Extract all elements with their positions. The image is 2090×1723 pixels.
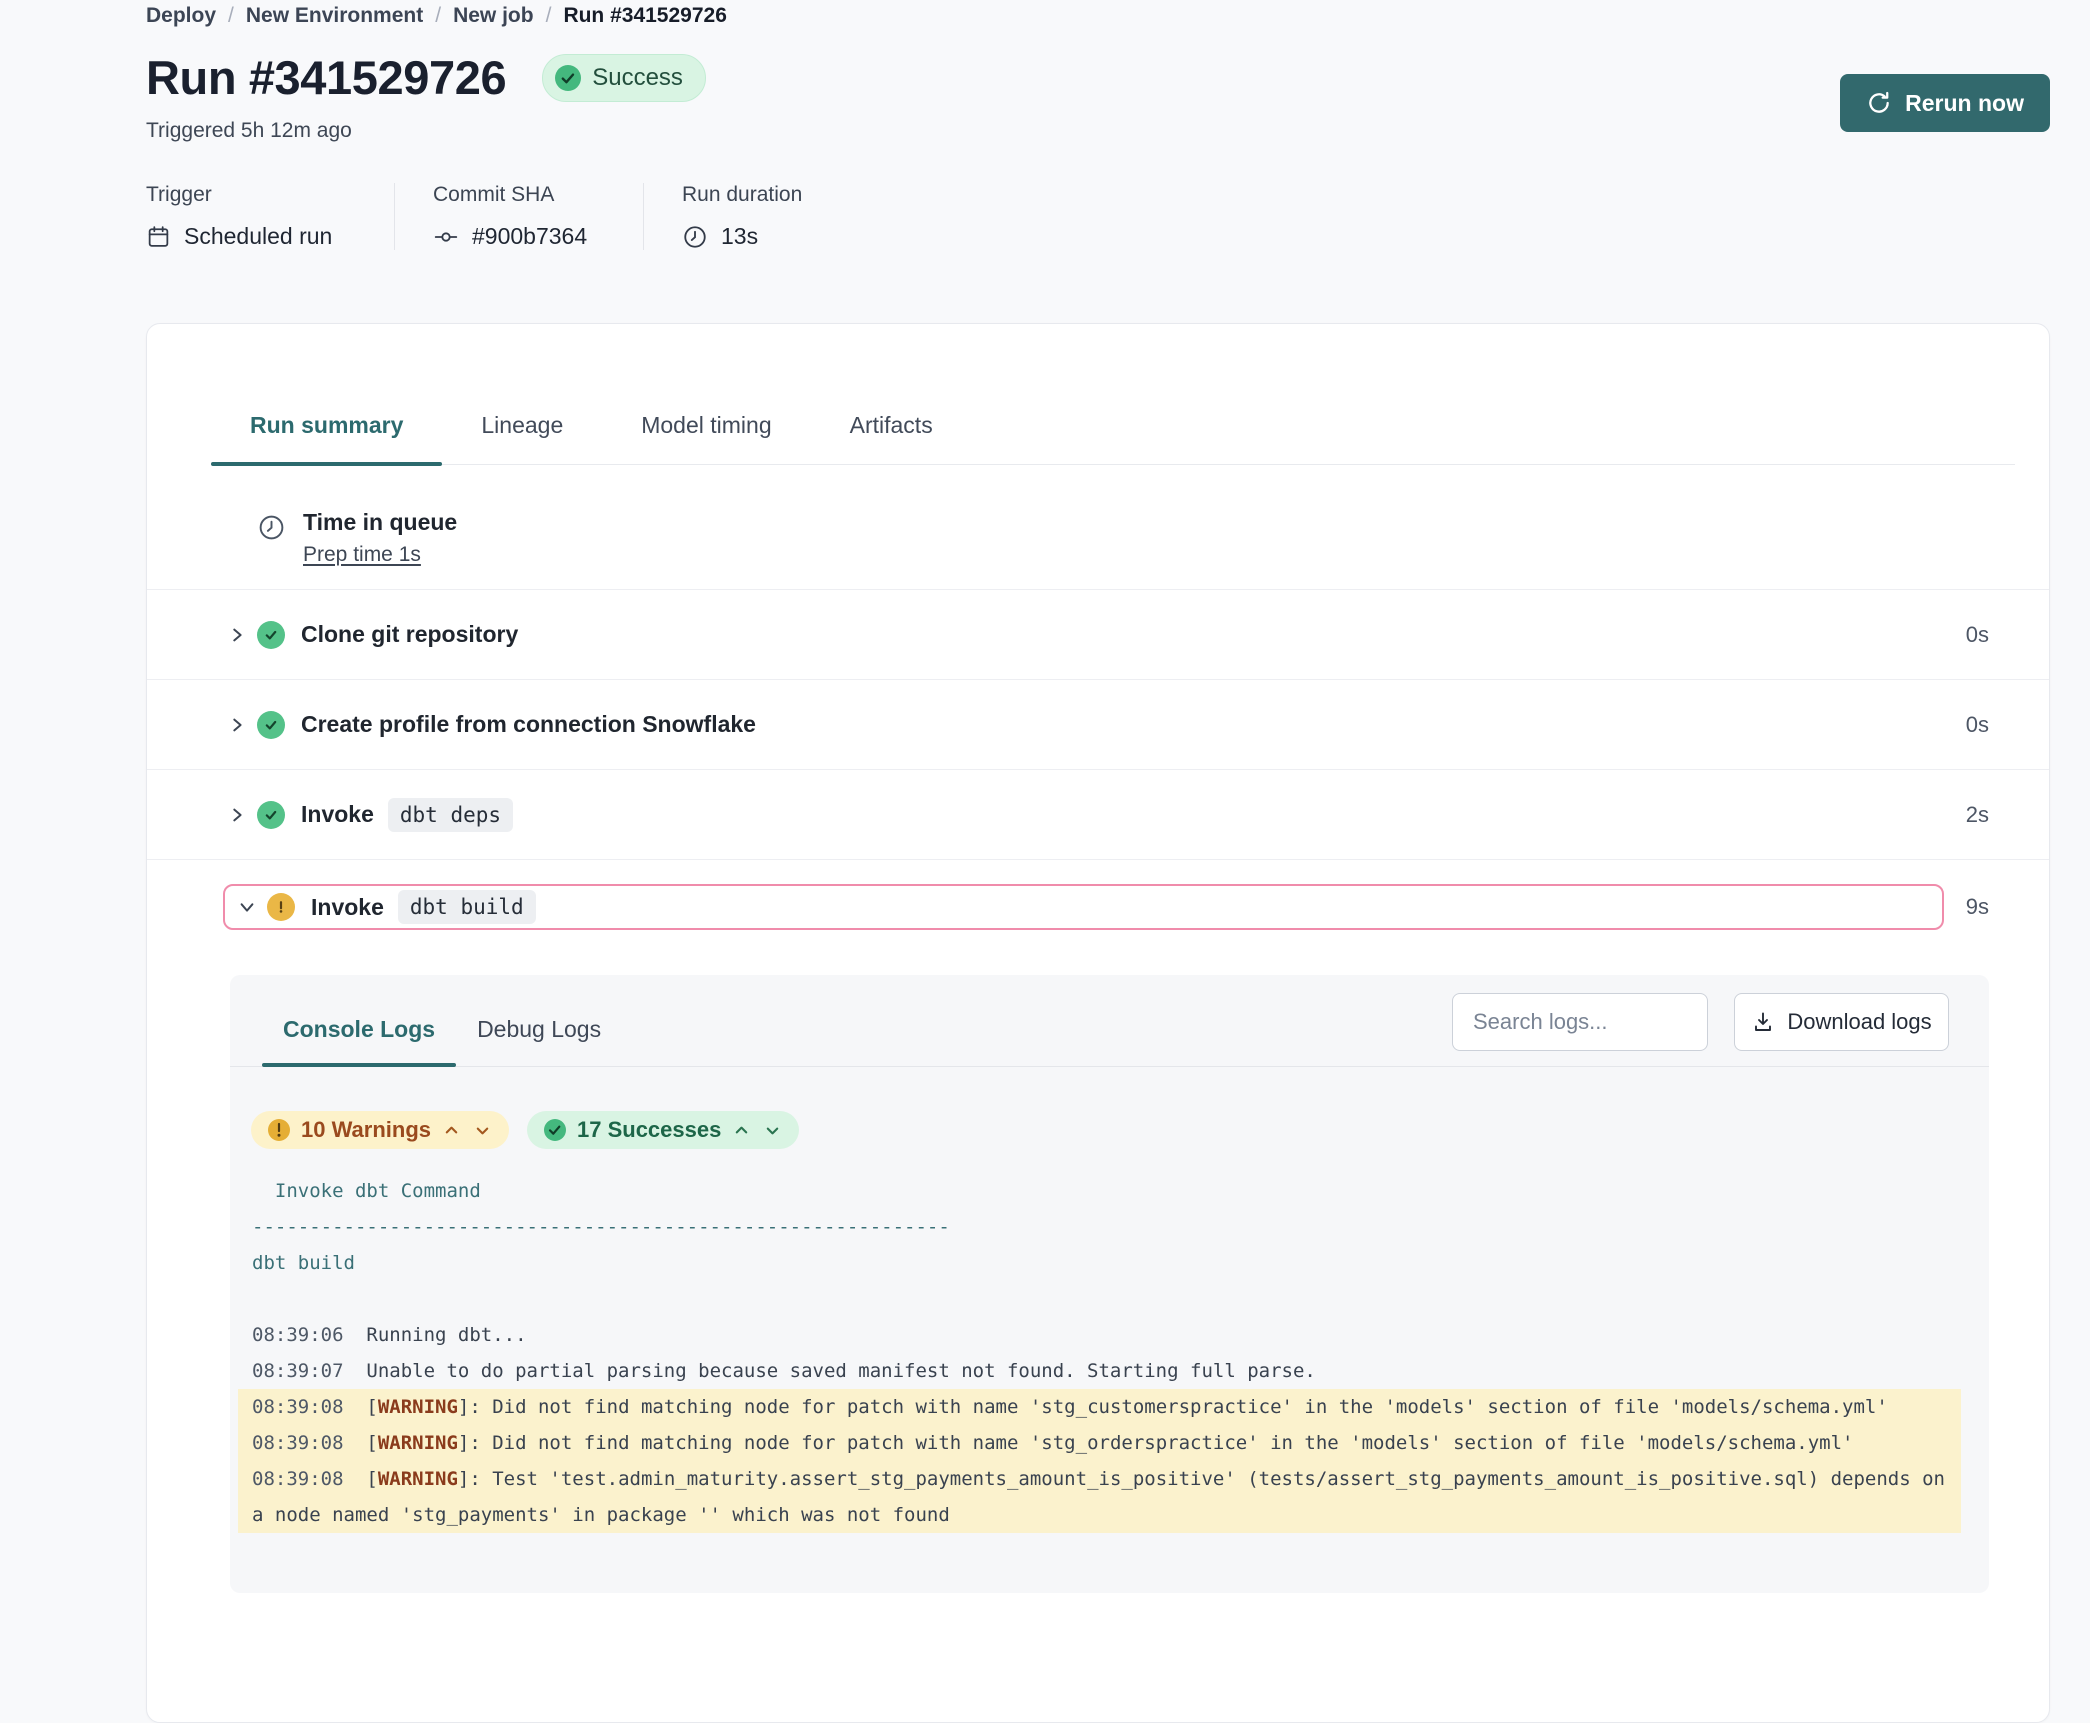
console-log-output: Invoke dbt Command ---------------------… bbox=[230, 1173, 1989, 1533]
commit-icon bbox=[433, 224, 459, 250]
breadcrumb-separator: / bbox=[546, 4, 552, 28]
chevron-right-icon[interactable] bbox=[225, 806, 249, 824]
clock-icon bbox=[257, 513, 286, 567]
warnings-badge-label: 10 Warnings bbox=[301, 1117, 431, 1143]
meta-trigger: Trigger Scheduled run bbox=[146, 183, 394, 250]
tab-artifacts[interactable]: Artifacts bbox=[811, 412, 972, 464]
log-line: 08:39:06 Running dbt... bbox=[230, 1317, 1989, 1353]
meta-trigger-label: Trigger bbox=[146, 183, 354, 207]
check-circle-icon bbox=[257, 711, 285, 739]
log-divider-line: ----------------------------------------… bbox=[230, 1209, 1989, 1245]
chevron-up-icon[interactable] bbox=[441, 1122, 462, 1139]
warnings-badge[interactable]: 10 Warnings bbox=[251, 1111, 509, 1149]
status-badge-label: Success bbox=[592, 64, 683, 92]
download-logs-label: Download logs bbox=[1787, 1009, 1931, 1035]
download-logs-button[interactable]: Download logs bbox=[1734, 993, 1949, 1051]
clock-icon bbox=[682, 224, 708, 250]
breadcrumb-item-job[interactable]: New job bbox=[453, 4, 534, 28]
step-duration: 0s bbox=[1966, 622, 1989, 648]
step-row-dbt-build: Invoke dbt build 9s bbox=[147, 860, 2049, 975]
tab-lineage[interactable]: Lineage bbox=[442, 412, 602, 464]
breadcrumb-separator: / bbox=[228, 4, 234, 28]
meta-commit: Commit SHA #900b7364 bbox=[394, 183, 643, 250]
successes-badge-label: 17 Successes bbox=[577, 1117, 721, 1143]
log-line: Invoke dbt Command bbox=[230, 1173, 1989, 1209]
log-line-warning: 08:39:08 [WARNING]: Did not find matchin… bbox=[238, 1389, 1961, 1425]
search-logs-input[interactable] bbox=[1452, 993, 1708, 1051]
step-duration: 0s bbox=[1966, 712, 1989, 738]
check-circle-icon bbox=[555, 65, 581, 91]
meta-duration-label: Run duration bbox=[682, 183, 802, 207]
meta-duration: Run duration 13s bbox=[643, 183, 842, 250]
step-dbt-build-selected[interactable]: Invoke dbt build bbox=[223, 884, 1944, 930]
chevron-down-icon[interactable] bbox=[235, 898, 259, 916]
title-row: Run #341529726 Success bbox=[146, 50, 2050, 105]
triggered-timestamp: Triggered 5h 12m ago bbox=[146, 119, 2050, 143]
meta-duration-value: 13s bbox=[721, 223, 758, 250]
log-line-warning: 08:39:08 [WARNING]: Did not find matchin… bbox=[238, 1425, 1961, 1461]
tab-model-timing[interactable]: Model timing bbox=[602, 412, 810, 464]
successes-badge[interactable]: 17 Successes bbox=[527, 1111, 799, 1149]
log-panel: Console Logs Debug Logs Download logs 10 bbox=[230, 975, 1989, 1593]
refresh-icon bbox=[1866, 90, 1892, 116]
time-in-queue-section: Time in queue Prep time 1s bbox=[147, 465, 2049, 590]
chevron-down-icon[interactable] bbox=[762, 1122, 783, 1139]
check-circle-icon bbox=[543, 1118, 567, 1142]
log-line bbox=[230, 1281, 1989, 1317]
step-name: Clone git repository bbox=[301, 621, 518, 648]
step-row-clone-git: Clone git repository 0s bbox=[147, 590, 2049, 680]
step-name: Create profile from connection Snowflake bbox=[301, 711, 756, 738]
breadcrumb-item-deploy[interactable]: Deploy bbox=[146, 4, 216, 28]
run-summary-card: Run summary Lineage Model timing Artifac… bbox=[146, 323, 2050, 1723]
tab-run-summary[interactable]: Run summary bbox=[211, 412, 442, 464]
command-chip: dbt deps bbox=[388, 798, 513, 832]
step-duration: 9s bbox=[1966, 894, 1989, 920]
calendar-icon bbox=[146, 224, 171, 249]
meta-commit-label: Commit SHA bbox=[433, 183, 603, 207]
warning-icon bbox=[267, 1118, 291, 1142]
meta-trigger-value: Scheduled run bbox=[184, 223, 332, 250]
log-line: dbt build bbox=[230, 1245, 1989, 1281]
check-circle-icon bbox=[257, 621, 285, 649]
download-icon bbox=[1751, 1010, 1775, 1034]
chevron-up-icon[interactable] bbox=[731, 1122, 752, 1139]
time-in-queue-title: Time in queue bbox=[303, 509, 457, 536]
log-header: Console Logs Debug Logs Download logs bbox=[230, 975, 1989, 1067]
breadcrumb-item-environment[interactable]: New Environment bbox=[246, 4, 423, 28]
breadcrumb-item-current-run: Run #341529726 bbox=[563, 4, 726, 28]
step-name: Invoke bbox=[301, 801, 374, 828]
run-meta-row: Trigger Scheduled run Commit SHA #900b73… bbox=[146, 183, 2050, 250]
tab-console-logs[interactable]: Console Logs bbox=[262, 1016, 456, 1066]
log-line-warning: 08:39:08 [WARNING]: Test 'test.admin_mat… bbox=[238, 1461, 1961, 1533]
meta-commit-value: #900b7364 bbox=[472, 223, 587, 250]
log-line: 08:39:07 Unable to do partial parsing be… bbox=[230, 1353, 1989, 1389]
step-duration: 2s bbox=[1966, 802, 1989, 828]
log-filter-badges: 10 Warnings 17 Successes bbox=[251, 1111, 1989, 1149]
run-tabs: Run summary Lineage Model timing Artifac… bbox=[211, 412, 2015, 465]
step-name: Invoke bbox=[311, 894, 384, 921]
command-chip: dbt build bbox=[398, 890, 536, 924]
tab-debug-logs[interactable]: Debug Logs bbox=[456, 1016, 622, 1066]
chevron-right-icon[interactable] bbox=[225, 626, 249, 644]
breadcrumb-separator: / bbox=[435, 4, 441, 28]
log-tabs: Console Logs Debug Logs bbox=[262, 1016, 622, 1066]
check-circle-icon bbox=[257, 801, 285, 829]
step-row-create-profile: Create profile from connection Snowflake… bbox=[147, 680, 2049, 770]
prep-time-link[interactable]: Prep time 1s bbox=[303, 543, 421, 567]
rerun-now-label: Rerun now bbox=[1905, 90, 2024, 117]
status-badge: Success bbox=[542, 54, 706, 102]
run-detail-page: Deploy / New Environment / New job / Run… bbox=[0, 0, 2090, 1520]
breadcrumb: Deploy / New Environment / New job / Run… bbox=[146, 4, 2050, 28]
page-title: Run #341529726 bbox=[146, 50, 506, 105]
warning-icon bbox=[267, 893, 295, 921]
step-row-dbt-deps: Invoke dbt deps 2s bbox=[147, 770, 2049, 860]
chevron-right-icon[interactable] bbox=[225, 716, 249, 734]
chevron-down-icon[interactable] bbox=[472, 1122, 493, 1139]
rerun-now-button[interactable]: Rerun now bbox=[1840, 74, 2050, 132]
